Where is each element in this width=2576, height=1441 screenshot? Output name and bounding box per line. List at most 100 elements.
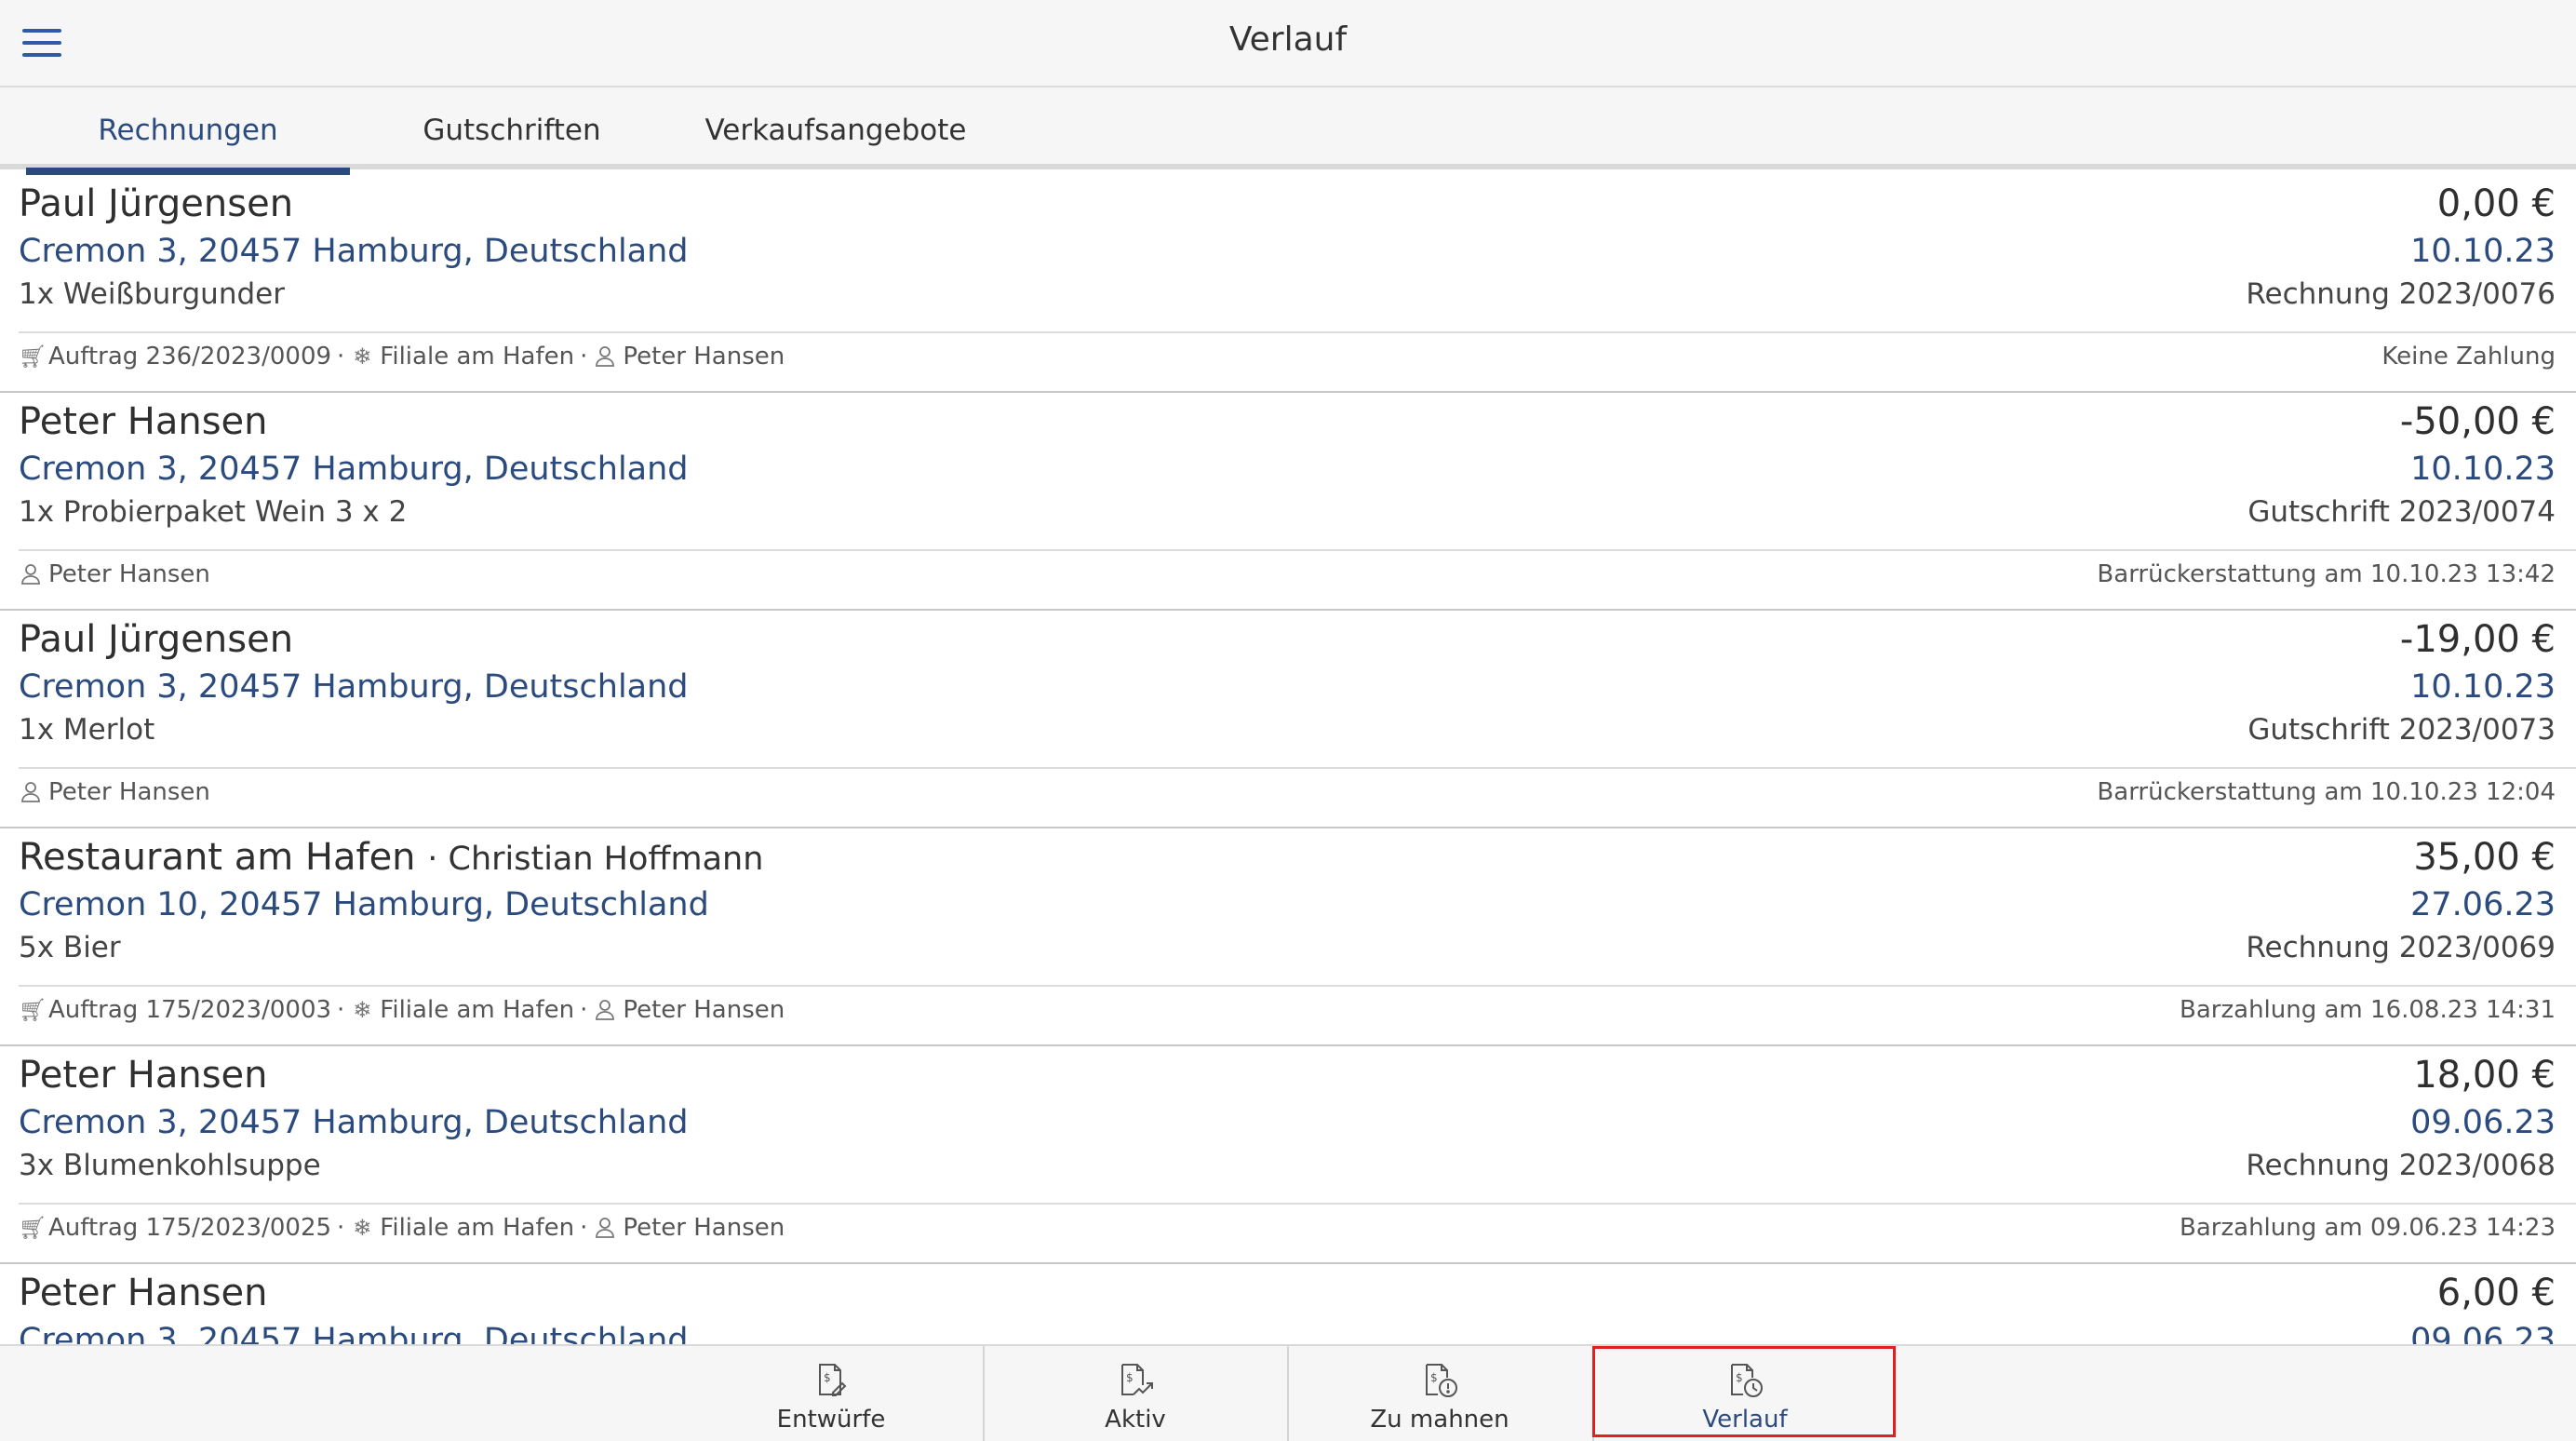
amount: 0,00 € <box>2436 182 2556 225</box>
amount: 35,00 € <box>2413 836 2556 879</box>
nav-verlauf-button[interactable]: $ Verlauf <box>1592 1346 1896 1441</box>
customer-name: Peter Hansen <box>19 1272 268 1314</box>
svg-text:$: $ <box>1736 1371 1743 1384</box>
address: Cremon 3, 20457 Hamburg, Deutschland <box>19 668 689 706</box>
nav-entwuerfe-button[interactable]: $ Entwürfe <box>679 1346 983 1441</box>
order-number: Auftrag 175/2023/0025 <box>48 1214 332 1242</box>
meta-info: Peter Hansen <box>19 560 210 588</box>
divider <box>19 767 2576 769</box>
payment-status: Barrückerstattung am 10.10.23 13:42 <box>2097 560 2556 588</box>
address: Cremon 3, 20457 Hamburg, Deutschland <box>19 233 689 270</box>
divider <box>19 1203 2576 1205</box>
line-items: 1x Weißburgunder <box>19 277 285 311</box>
user-icon <box>19 562 43 586</box>
address: Cremon 3, 20457 Hamburg, Deutschland <box>19 1322 689 1344</box>
document-date: 09.06.23 <box>2410 1104 2556 1141</box>
payment-status: Barzahlung am 16.08.23 14:31 <box>2180 996 2556 1024</box>
line-items: 5x Bier <box>19 931 121 964</box>
document-date: 27.06.23 <box>2410 886 2556 923</box>
user-name: Peter Hansen <box>48 778 210 806</box>
cart-icon: 🛒︎ <box>19 343 47 370</box>
user-name: Peter Hansen <box>48 560 210 588</box>
customer-name: Restaurant am Hafen · Christian Hoffmann <box>19 836 764 879</box>
payment-status: Barzahlung am 09.06.23 14:23 <box>2180 1214 2556 1242</box>
document-number: Gutschrift 2023/0073 <box>2247 713 2556 747</box>
amount: -50,00 € <box>2399 400 2556 443</box>
svg-text:$: $ <box>824 1371 831 1384</box>
user-icon <box>593 998 617 1022</box>
page-title: Verlauf <box>1228 20 1348 59</box>
customer-name: Peter Hansen <box>19 1054 268 1097</box>
branch-icon: ❄ <box>353 1215 372 1241</box>
customer-name: Paul Jürgensen <box>19 182 294 225</box>
nav-aktiv-button[interactable]: $ Aktiv <box>983 1346 1286 1441</box>
payment-status: Barrückerstattung am 10.10.23 12:04 <box>2097 778 2556 806</box>
address: Cremon 10, 20457 Hamburg, Deutschland <box>19 886 709 923</box>
nav-label: Verlauf <box>1702 1406 1788 1434</box>
user-icon <box>593 1216 617 1240</box>
svg-text:$: $ <box>1430 1371 1438 1384</box>
list-item[interactable]: Paul Jürgensen 0,00 € Cremon 3, 20457 Ham… <box>0 175 2576 393</box>
branch-name: Filiale am Hafen <box>380 996 575 1024</box>
contact-person: · Christian Hoffmann <box>427 841 764 878</box>
tab-verkaufsangebote[interactable]: Verkaufsangebote <box>674 88 998 169</box>
tab-rechnungen[interactable]: Rechnungen <box>26 88 350 175</box>
list-item[interactable]: Peter Hansen -50,00 € Cremon 3, 20457 Ham… <box>0 393 2576 611</box>
invoice-edit-icon: $ <box>819 1364 847 1396</box>
meta-info: 🛒︎ Auftrag 175/2023/0003 · ❄ Filiale am Hafe… <box>19 996 785 1024</box>
app-header: Verlauf <box>0 0 2576 88</box>
document-date: 10.10.23 <box>2410 668 2556 706</box>
cart-icon: 🛒︎ <box>19 1215 47 1241</box>
user-name: Peter Hansen <box>623 996 785 1024</box>
meta-info: 🛒︎ Auftrag 175/2023/0025 · ❄ Filiale am Hafe… <box>19 1214 785 1242</box>
user-name: Peter Hansen <box>623 1214 785 1242</box>
divider <box>19 549 2576 551</box>
list-item[interactable]: Peter Hansen 6,00 € Cremon 3, 20457 Hambu… <box>0 1264 2576 1344</box>
user-name: Peter Hansen <box>623 343 785 370</box>
divider <box>19 331 2576 333</box>
invoice-warning-icon: $ <box>1426 1364 1457 1397</box>
nav-label: Entwürfe <box>776 1406 886 1434</box>
tab-gutschriften[interactable]: Gutschriften <box>350 88 674 169</box>
document-number: Gutschrift 2023/0074 <box>2247 495 2556 529</box>
meta-info: 🛒︎ Auftrag 236/2023/0009 · ❄ Filiale am Hafe… <box>19 343 785 370</box>
document-date: 10.10.23 <box>2410 233 2556 270</box>
nav-label: Zu mahnen <box>1370 1406 1509 1434</box>
svg-text:$: $ <box>1126 1371 1134 1384</box>
list-item[interactable]: Restaurant am Hafen · Christian Hoffmann… <box>0 828 2576 1046</box>
invoice-trend-icon: $ <box>1121 1364 1153 1395</box>
document-date: 09.06.23 <box>2410 1322 2556 1344</box>
divider <box>19 985 2576 987</box>
list-item[interactable]: Peter Hansen 18,00 € Cremon 3, 20457 Hamb… <box>0 1046 2576 1264</box>
document-number: Rechnung 2023/0069 <box>2246 931 2556 964</box>
nav-label: Aktiv <box>1105 1406 1166 1434</box>
cart-icon: 🛒︎ <box>19 997 47 1023</box>
document-number: Rechnung 2023/0076 <box>2246 277 2556 311</box>
branch-icon: ❄ <box>353 343 372 370</box>
bottom-navigation: $ Entwürfe $ Aktiv $ Zu mahnen $ Verlauf <box>0 1344 2576 1441</box>
payment-status: Keine Zahlung <box>2381 343 2556 370</box>
order-number: Auftrag 175/2023/0003 <box>48 996 332 1024</box>
amount: -19,00 € <box>2399 618 2556 661</box>
amount: 18,00 € <box>2413 1054 2556 1097</box>
document-date: 10.10.23 <box>2410 451 2556 488</box>
amount: 6,00 € <box>2436 1272 2556 1314</box>
invoice-history-icon: $ <box>1731 1364 1763 1397</box>
document-number: Rechnung 2023/0068 <box>2246 1149 2556 1182</box>
list-item[interactable]: Paul Jürgensen -19,00 € Cremon 3, 20457 H… <box>0 611 2576 828</box>
branch-name: Filiale am Hafen <box>380 343 575 370</box>
user-icon <box>19 780 43 804</box>
document-list: Paul Jürgensen 0,00 € Cremon 3, 20457 Ham… <box>0 175 2576 1344</box>
tab-bar: Rechnungen Gutschriften Verkaufsangebote <box>0 88 2576 175</box>
address: Cremon 3, 20457 Hamburg, Deutschland <box>19 451 689 488</box>
nav-zu-mahnen-button[interactable]: $ Zu mahnen <box>1287 1346 1590 1441</box>
branch-icon: ❄ <box>353 997 372 1023</box>
customer-name: Peter Hansen <box>19 400 268 443</box>
user-icon <box>593 344 617 369</box>
branch-name: Filiale am Hafen <box>380 1214 575 1242</box>
order-number: Auftrag 236/2023/0009 <box>48 343 332 370</box>
customer-name: Paul Jürgensen <box>19 618 294 661</box>
line-items: 1x Probierpaket Wein 3 x 2 <box>19 495 408 529</box>
address: Cremon 3, 20457 Hamburg, Deutschland <box>19 1104 689 1141</box>
meta-info: Peter Hansen <box>19 778 210 806</box>
